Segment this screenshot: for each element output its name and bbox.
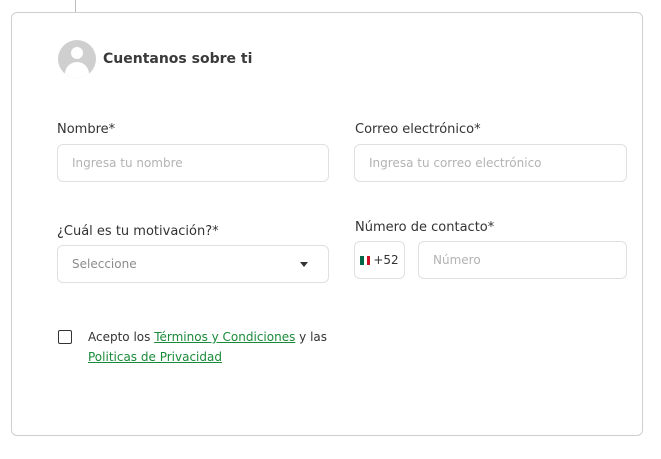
country-code: +52 (373, 253, 399, 267)
chevron-down-icon (300, 261, 308, 267)
email-input[interactable] (355, 145, 626, 181)
consent-text-middle: y las (295, 330, 328, 344)
consent-text: Acepto los Términos y Condiciones y las … (88, 327, 338, 367)
section-title: Cuentanos sobre ti (103, 51, 253, 67)
terms-link[interactable]: Términos y Condiciones (154, 330, 295, 344)
consent-checkbox[interactable] (58, 330, 72, 344)
name-label: Nombre* (57, 122, 116, 137)
email-label: Correo electrónico* (355, 122, 481, 137)
phone-input[interactable] (419, 242, 626, 278)
phone-label: Número de contacto* (355, 220, 495, 235)
name-field-wrapper (57, 144, 329, 182)
user-avatar-icon (58, 40, 96, 78)
consent-text-before: Acepto los (88, 330, 155, 344)
motivation-label: ¿Cuál es tu motivación?* (57, 224, 219, 239)
name-input[interactable] (58, 145, 328, 181)
privacy-link[interactable]: Politicas de Privacidad (88, 350, 222, 364)
email-field-wrapper (354, 144, 627, 182)
stepper-connector-line (75, 0, 76, 12)
motivation-select[interactable]: Seleccione (57, 245, 329, 283)
mexico-flag-icon (360, 255, 371, 265)
country-code-select[interactable]: +52 (354, 241, 405, 279)
section-header: Cuentanos sobre ti (58, 40, 252, 78)
motivation-selected-value: Seleccione (72, 257, 137, 271)
phone-field-wrapper (418, 241, 627, 279)
form-card: Cuentanos sobre ti Nombre* Correo electr… (11, 12, 643, 436)
